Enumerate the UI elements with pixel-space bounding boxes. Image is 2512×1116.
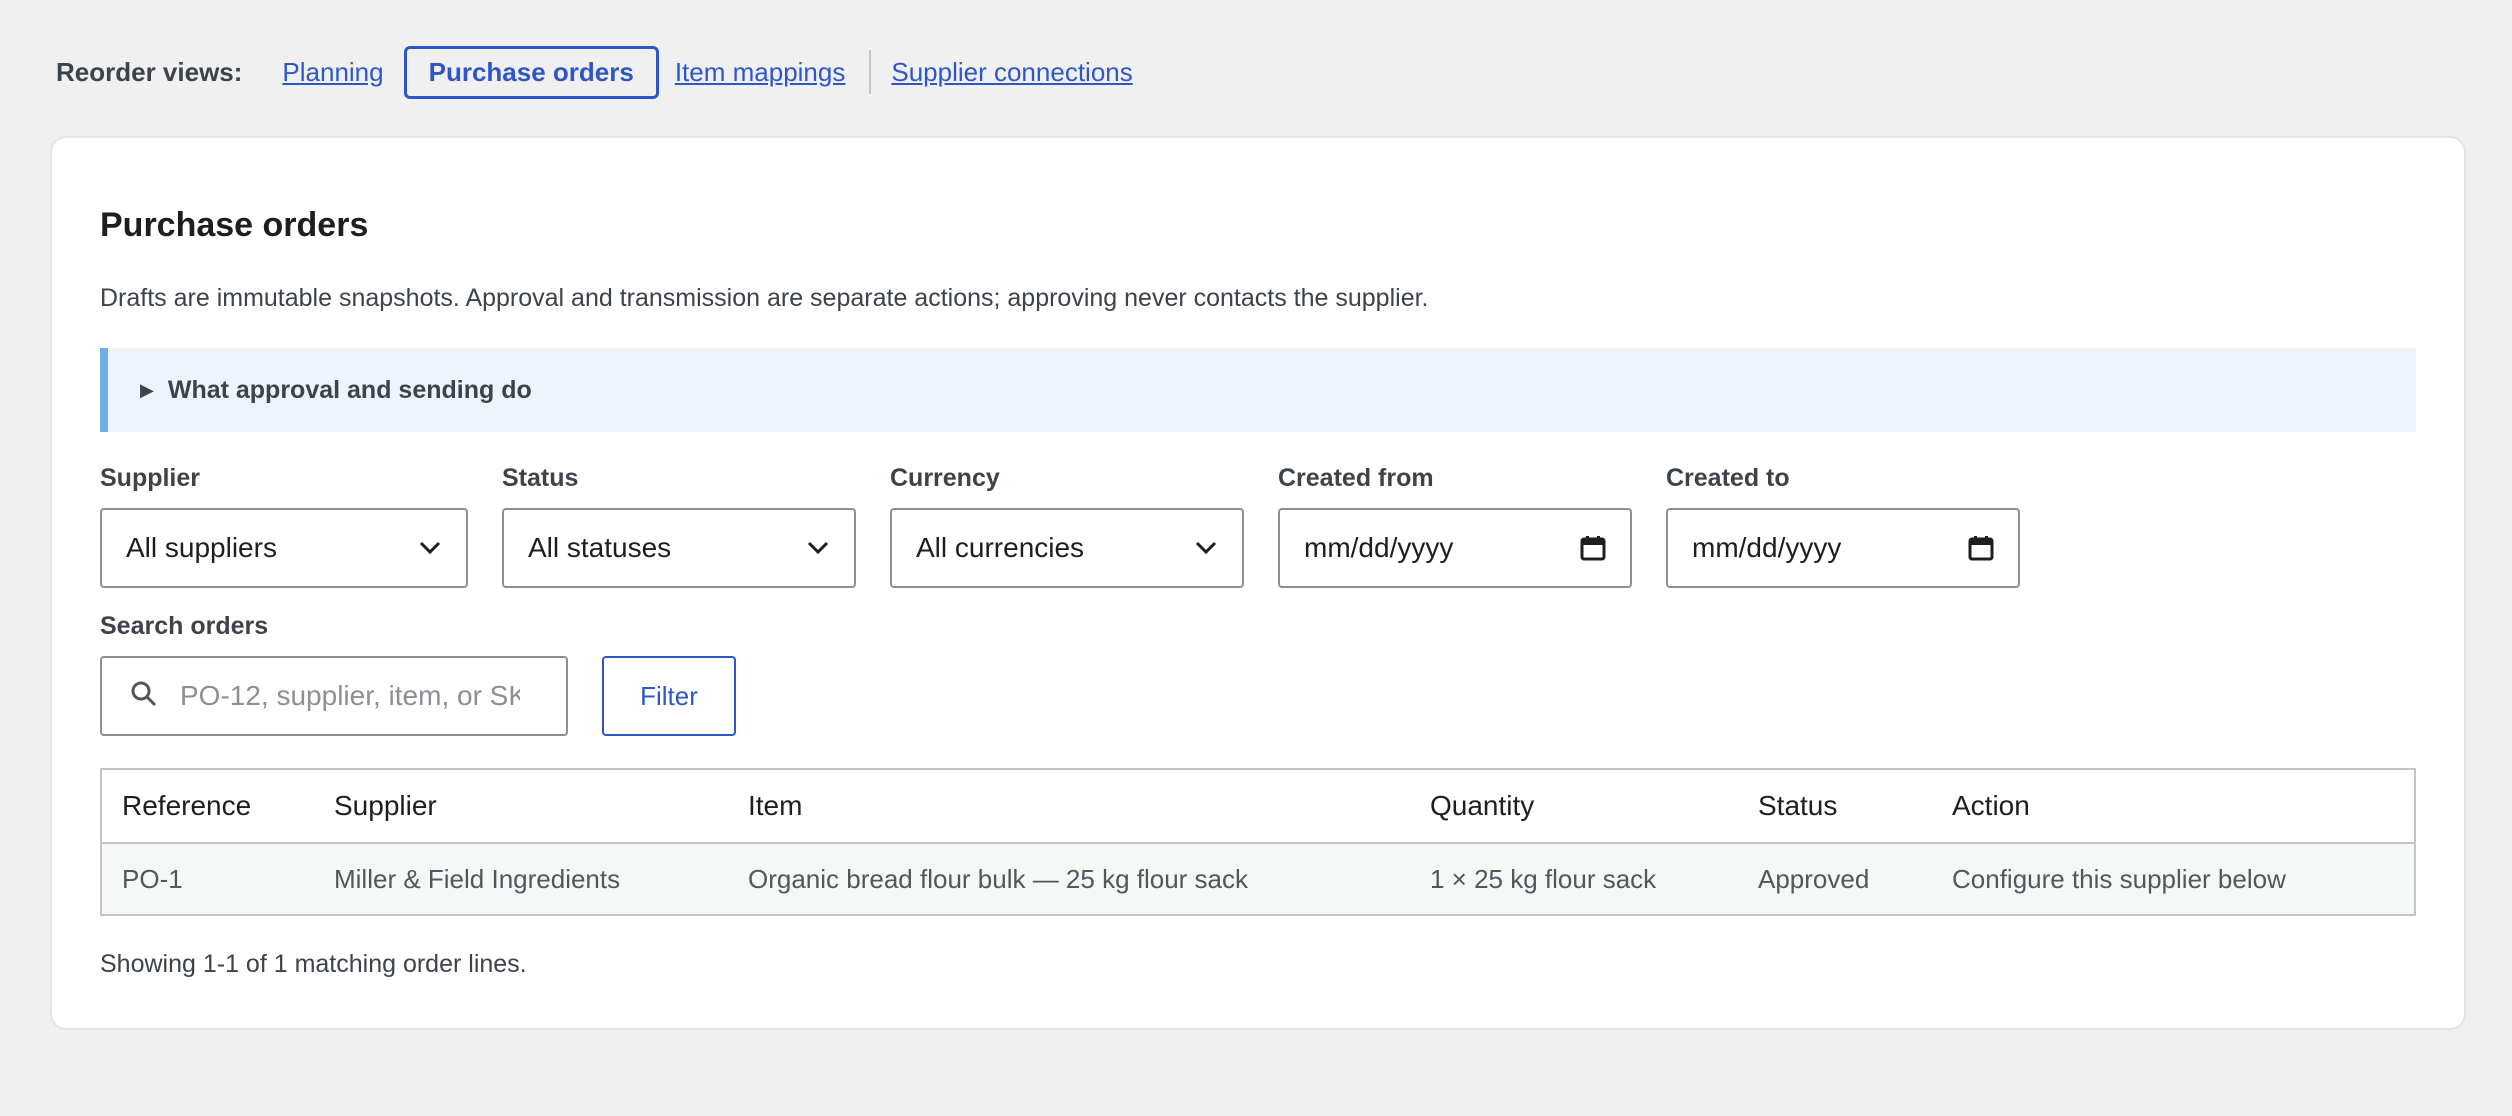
cell-quantity: 1 × 25 kg flour sack: [1410, 843, 1738, 915]
search-icon: [130, 680, 158, 713]
chevron-down-icon: [1194, 540, 1218, 556]
calendar-icon[interactable]: [1968, 535, 1994, 561]
column-header-status: Status: [1738, 769, 1932, 844]
reorder-views-nav: Reorder views: Planning Purchase orders …: [56, 45, 1153, 99]
search-orders-input[interactable]: [178, 679, 522, 713]
currency-value: All currencies: [916, 532, 1085, 563]
disclosure-label: What approval and sending do: [167, 375, 532, 404]
cell-action: Configure this supplier below: [1932, 843, 2415, 915]
column-header-supplier: Supplier: [314, 769, 728, 844]
column-header-action: Action: [1932, 769, 2415, 844]
filter-button[interactable]: Filter: [602, 656, 736, 736]
created-from-placeholder: mm/dd/yyyy: [1304, 532, 1454, 563]
orders-table: Reference Supplier Item Quantity Status …: [100, 768, 2416, 916]
created-to-placeholder: mm/dd/yyyy: [1692, 532, 1842, 563]
disclosure-triangle-icon: ▶: [140, 379, 154, 400]
calendar-icon[interactable]: [1580, 535, 1606, 561]
nav-label: Reorder views:: [56, 56, 243, 87]
page-title: Purchase orders: [100, 206, 369, 244]
status-label: Status: [502, 464, 579, 492]
table-row: PO-1 Miller & Field Ingredients Organic …: [101, 843, 2415, 915]
currency-label: Currency: [890, 464, 1000, 492]
nav-link-purchase-orders[interactable]: Purchase orders: [403, 45, 659, 99]
created-to-label: Created to: [1666, 464, 1790, 492]
created-from-date-input[interactable]: mm/dd/yyyy: [1278, 508, 1632, 588]
nav-divider: [869, 50, 872, 94]
nav-link-planning[interactable]: Planning: [282, 57, 383, 88]
currency-select[interactable]: All currencies: [890, 508, 1244, 588]
chevron-down-icon: [806, 540, 830, 556]
results-summary: Showing 1-1 of 1 matching order lines.: [100, 950, 527, 978]
approval-info-disclosure[interactable]: ▶ What approval and sending do: [100, 348, 2416, 432]
search-orders-field: [100, 656, 568, 736]
nav-link-item-mappings[interactable]: Item mappings: [675, 57, 846, 88]
created-to-date-input[interactable]: mm/dd/yyyy: [1666, 508, 2020, 588]
supplier-select[interactable]: All suppliers: [100, 508, 468, 588]
status-value: All statuses: [528, 532, 672, 563]
supplier-label: Supplier: [100, 464, 201, 492]
table-header-row: Reference Supplier Item Quantity Status …: [101, 769, 2415, 844]
page-description: Drafts are immutable snapshots. Approval…: [100, 284, 1429, 312]
purchase-orders-card: Purchase orders Drafts are immutable sna…: [50, 136, 2466, 1030]
column-header-reference: Reference: [101, 769, 314, 844]
cell-item: Organic bread flour bulk — 25 kg flour s…: [728, 843, 1410, 915]
cell-supplier: Miller & Field Ingredients: [314, 843, 728, 915]
search-orders-label: Search orders: [100, 612, 269, 640]
status-select[interactable]: All statuses: [502, 508, 856, 588]
supplier-value: All suppliers: [126, 532, 277, 563]
cell-reference: PO-1: [101, 843, 314, 915]
cell-status: Approved: [1738, 843, 1932, 915]
chevron-down-icon: [418, 540, 442, 556]
nav-link-supplier-connections[interactable]: Supplier connections: [891, 57, 1132, 88]
column-header-item: Item: [728, 769, 1410, 844]
column-header-quantity: Quantity: [1410, 769, 1738, 844]
created-from-label: Created from: [1278, 464, 1434, 492]
